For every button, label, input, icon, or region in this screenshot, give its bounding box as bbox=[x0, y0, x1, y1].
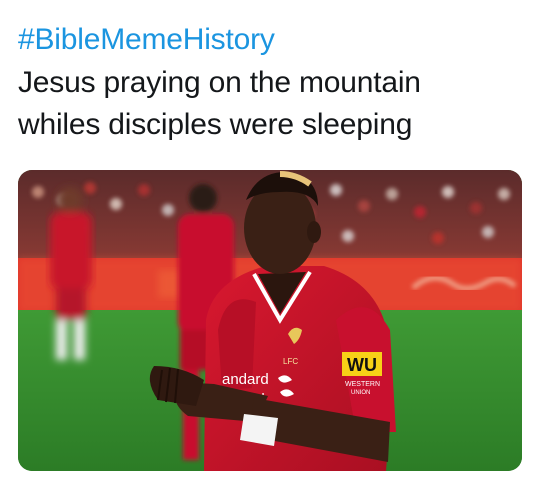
player-head bbox=[244, 182, 316, 274]
tweet-photo[interactable]: LFC andard ed WU WESTERN UNION bbox=[18, 170, 522, 471]
hashtag-link[interactable]: #BibleMemeHistory bbox=[18, 22, 275, 58]
tweet-card: #BibleMemeHistory Jesus praying on the m… bbox=[0, 0, 540, 483]
tweet-text-line: Jesus praying on the mountain bbox=[18, 66, 421, 99]
shirt-sponsor: andard bbox=[222, 371, 269, 388]
tweet-text: Jesus praying on the mountain whiles dis… bbox=[18, 62, 523, 146]
svg-text:LFC: LFC bbox=[283, 357, 298, 366]
photo-illustration: LFC andard ed WU WESTERN UNION bbox=[18, 170, 522, 471]
sleeve-text: WESTERN bbox=[345, 381, 380, 388]
tweet-text-line: whiles disciples were sleeping bbox=[18, 108, 413, 141]
sleeve-text-2: UNION bbox=[351, 390, 370, 396]
sleeve-badge-text: WU bbox=[347, 355, 377, 375]
